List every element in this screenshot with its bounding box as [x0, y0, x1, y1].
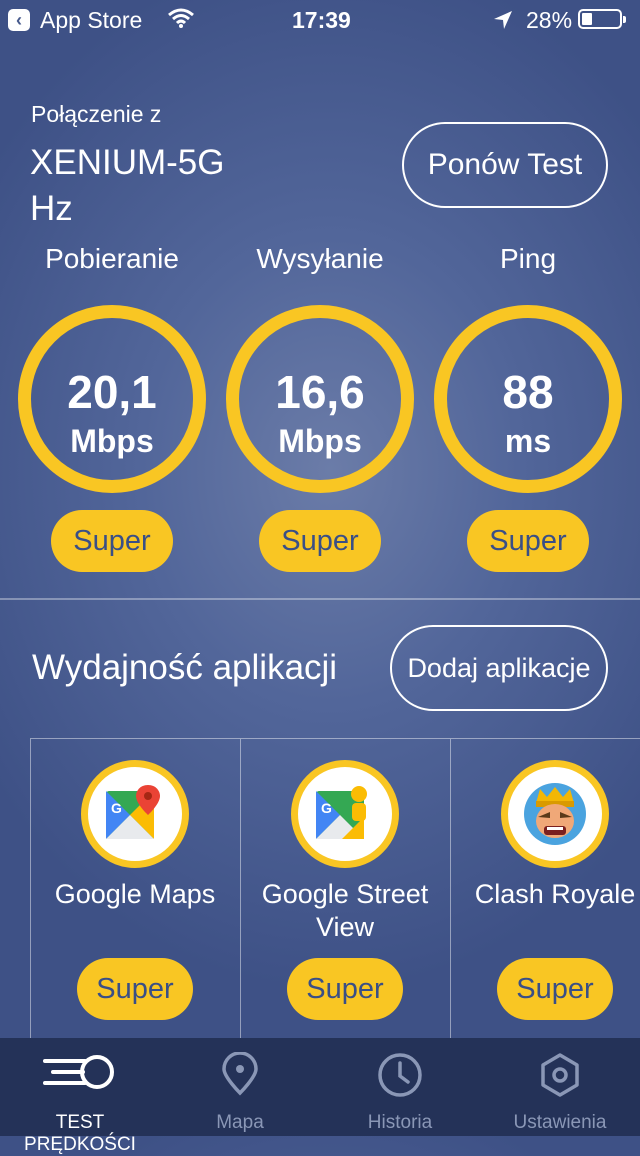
back-app-label[interactable]: App Store: [40, 7, 142, 34]
upload-value: 16,6: [275, 366, 365, 418]
ping-value: 88: [502, 366, 554, 418]
ping-rating-badge: Super: [467, 510, 589, 572]
tab-bar: TEST PRĘDKOŚCI Mapa Historia Ustawienia: [0, 1038, 640, 1155]
upload-rating-badge: Super: [259, 510, 381, 572]
tab-label: Mapa: [216, 1112, 264, 1133]
network-name-line2: Hz: [30, 189, 73, 228]
svg-text:G: G: [111, 800, 122, 816]
app-performance-title: Wydajność aplikacji: [32, 648, 338, 687]
upload-gauge: 16,6 Mbps: [226, 305, 414, 493]
clock-time: 17:39: [292, 7, 351, 33]
speed-icon: [43, 1055, 114, 1089]
tab-label: Ustawienia: [513, 1112, 607, 1133]
wifi-icon: [168, 8, 194, 28]
upload-unit: Mbps: [278, 423, 362, 459]
battery-icon: [578, 9, 626, 29]
location-arrow-icon: [494, 11, 512, 29]
back-arrow-icon[interactable]: ‹: [8, 9, 30, 31]
tab-label: Historia: [367, 1112, 433, 1133]
add-apps-button[interactable]: Dodaj aplikacje: [390, 625, 608, 711]
status-bar: ‹ App Store 17:39 28%: [0, 0, 640, 40]
retest-button[interactable]: Ponów Test: [402, 122, 608, 208]
app-rating-badge: Super: [497, 958, 613, 1020]
network-name-line1: XENIUM-5G: [30, 143, 225, 182]
hexagon-gear-icon: [541, 1053, 579, 1097]
download-gauge: 20,1 Mbps: [18, 305, 206, 493]
tab-speed-test[interactable]: TEST PRĘDKOŚCI: [0, 1038, 160, 1155]
battery-percent: 28%: [526, 7, 573, 33]
clock-icon: [378, 1053, 422, 1097]
ping-label: Ping: [499, 243, 557, 274]
google-street-view-icon: G: [291, 760, 399, 868]
app-card-google-maps[interactable]: G Google Maps Super: [30, 738, 240, 1038]
tab-history[interactable]: Historia: [320, 1038, 480, 1136]
app-name-line2: View: [315, 912, 375, 942]
clash-royale-icon: [501, 760, 609, 868]
map-pin-icon: [222, 1052, 258, 1096]
svg-text:G: G: [321, 800, 332, 816]
download-value: 20,1: [67, 366, 157, 418]
download-unit: Mbps: [70, 423, 154, 459]
upload-label: Wysyłanie: [256, 243, 384, 274]
app-name-line1: Google Street: [261, 879, 429, 909]
download-rating-badge: Super: [51, 510, 173, 572]
ping-unit: ms: [504, 423, 552, 459]
app-name-line1: Clash Royale: [474, 879, 636, 909]
tab-settings[interactable]: Ustawienia: [480, 1038, 640, 1136]
tab-map[interactable]: Mapa: [160, 1038, 320, 1136]
app-card-google-street-view[interactable]: G Google Street View Super: [240, 738, 450, 1038]
tab-label: TEST PRĘDKOŚCI: [24, 1112, 136, 1155]
app-card-clash-royale[interactable]: Clash Royale Super: [450, 738, 640, 1038]
app-rating-badge: Super: [77, 958, 193, 1020]
app-rating-badge: Super: [287, 958, 403, 1020]
download-label: Pobieranie: [45, 243, 179, 274]
app-name-line1: Google Maps: [54, 879, 216, 909]
google-maps-icon: G: [81, 760, 189, 868]
section-divider: [0, 598, 640, 600]
connection-label: Połączenie z: [31, 101, 162, 127]
ping-gauge: 88 ms: [434, 305, 622, 493]
